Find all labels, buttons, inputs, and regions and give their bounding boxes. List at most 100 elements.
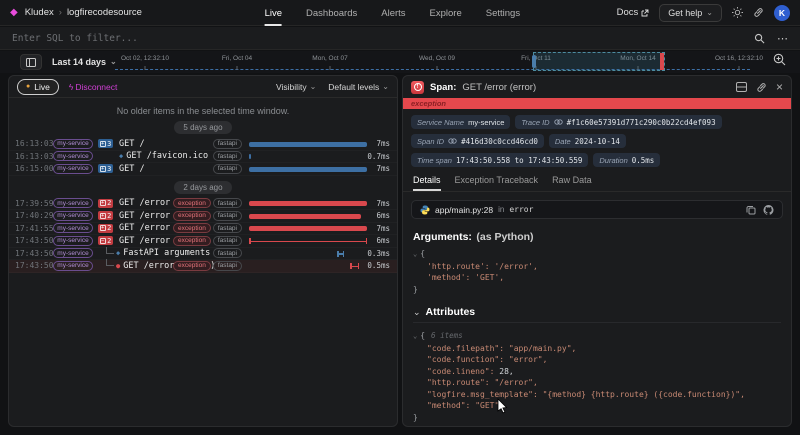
feed-header: ● Live ϟ Disconnect Visibility ⌄ Default…: [9, 76, 397, 98]
default-levels-dropdown[interactable]: Default levels ⌄: [328, 82, 389, 92]
nav-alerts[interactable]: Alerts: [381, 0, 405, 26]
span-title: GET /error: [119, 211, 170, 221]
breadcrumb-project[interactable]: logfirecodesource: [67, 7, 142, 18]
trace-row[interactable]: 17:39:59 my-service +2 GET /error except…: [9, 198, 397, 211]
close-icon[interactable]: ×: [776, 81, 783, 93]
docs-link[interactable]: Docs: [617, 7, 650, 18]
share-link-button[interactable]: [753, 7, 764, 18]
tag-badge: fastapi: [213, 198, 242, 208]
duration-bar-region: [249, 260, 367, 273]
tab-raw-data[interactable]: Raw Data: [552, 175, 592, 191]
trace-row[interactable]: 17:40:29 my-service +2 GET /error except…: [9, 210, 397, 223]
trace-row[interactable]: 16:13:03 my-service ◆ GET /favicon.ico f…: [9, 151, 397, 164]
expand-icon: +: [100, 225, 106, 231]
link-icon: [753, 7, 764, 18]
timeline-selection[interactable]: [533, 52, 665, 71]
live-status-dot-icon: ●: [26, 83, 30, 90]
attributes-heading: Attributes: [426, 306, 476, 318]
timeline-bar: Last 14 days ⌄ Oct 02, 12:32:10 Fri, Oct…: [0, 51, 800, 73]
time-marker-badge: 2 days ago: [174, 181, 231, 194]
expand-count-badge[interactable]: +3: [98, 139, 113, 148]
row-timestamp: 17:43:50: [15, 249, 53, 258]
link-icon[interactable]: [756, 82, 767, 93]
nav-settings[interactable]: Settings: [486, 0, 520, 26]
row-duration: 7ms: [376, 224, 390, 233]
live-toggle-button[interactable]: ● Live: [17, 79, 59, 95]
github-icon[interactable]: [763, 205, 774, 215]
zoom-in-button[interactable]: [773, 53, 786, 66]
row-timestamp: 17:39:59: [15, 199, 53, 208]
span-title: GET /favicon.ico: [126, 151, 208, 161]
disconnect-button[interactable]: ϟ Disconnect: [69, 82, 118, 92]
breadcrumb-org[interactable]: Kludex: [25, 7, 54, 18]
empty-window-message: No older items in the selected time wind…: [9, 106, 397, 116]
attributes-code: ⌄{6 items "code.filepath": "app/main.py"…: [413, 330, 781, 423]
attributes-heading-row[interactable]: ⌄ Attributes: [403, 306, 791, 318]
row-timestamp: 17:43:50: [15, 261, 53, 270]
dock-panel-icon[interactable]: [736, 82, 747, 92]
tag-badge: fastapi: [213, 236, 242, 246]
trace-row[interactable]: 17:41:55 my-service +2 GET /error except…: [9, 223, 397, 236]
live-feed-panel: ● Live ϟ Disconnect Visibility ⌄ Default…: [8, 75, 398, 427]
timeline-ruler[interactable]: Oct 02, 12:32:10 Fri, Oct 04 Mon, Oct 07…: [115, 51, 760, 73]
python-icon: [420, 205, 430, 215]
service-badge: my-service: [53, 223, 93, 233]
tag-badge: exception: [173, 261, 211, 271]
expand-count-badge[interactable]: +2: [98, 211, 113, 220]
expand-icon: +: [100, 213, 106, 219]
duration-span-marker: [249, 238, 367, 244]
selection-left-handle[interactable]: [532, 55, 536, 68]
more-options-button[interactable]: ⋯: [777, 32, 788, 45]
collapse-caret-icon[interactable]: ⌄: [413, 332, 417, 340]
expand-count-badge[interactable]: +3: [98, 164, 113, 173]
service-badge: my-service: [53, 261, 93, 271]
duration-bar: [249, 214, 361, 219]
code-location-row[interactable]: app/main.py:28 in error: [411, 200, 783, 219]
brightness-icon: [732, 7, 743, 18]
theme-toggle-button[interactable]: [732, 7, 743, 18]
search-icon[interactable]: [754, 33, 765, 44]
detail-span-title: GET /error (error): [462, 82, 536, 93]
duration-bar-region: [249, 197, 367, 210]
nav-dashboards[interactable]: Dashboards: [306, 0, 357, 26]
row-timestamp: 17:41:55: [15, 224, 53, 233]
tree-branch-connector: [106, 247, 114, 254]
visibility-dropdown[interactable]: Visibility ⌄: [276, 82, 316, 92]
collapse-count-badge[interactable]: −2: [98, 236, 113, 245]
expand-count-badge[interactable]: +2: [98, 224, 113, 233]
time-marker-badge: 5 days ago: [174, 121, 231, 134]
trace-row[interactable]: 17:43:50 my-service −2 GET /error except…: [9, 235, 397, 248]
trace-row-selected[interactable]: 17:43:50 my-service ● GET /error (error)…: [9, 260, 397, 273]
tick-mark: [330, 66, 331, 70]
nav-explore[interactable]: Explore: [430, 0, 462, 26]
tab-details[interactable]: Details: [413, 175, 441, 191]
panel-toggle-button[interactable]: [20, 54, 42, 70]
row-duration: 7ms: [376, 139, 390, 148]
nav-live[interactable]: Live: [265, 0, 282, 26]
duration-bar: [249, 167, 367, 172]
tag-badge: fastapi: [213, 211, 242, 221]
duration-bar-region: [249, 235, 367, 248]
duration-bar-region: [249, 247, 367, 260]
copy-icon[interactable]: [746, 205, 756, 215]
sql-filter-input[interactable]: Enter SQL to filter...: [12, 33, 754, 44]
tick-mark: [237, 66, 238, 70]
tag-badge: fastapi: [213, 248, 242, 258]
tick-mark: [145, 66, 146, 70]
row-duration: 0.5ms: [367, 261, 390, 270]
trace-row[interactable]: 17:43:50 my-service ◆ FastAPI arguments …: [9, 248, 397, 261]
arguments-heading: Arguments:: [413, 231, 472, 243]
get-help-button[interactable]: Get help ⌄: [659, 4, 722, 22]
tab-exception-traceback[interactable]: Exception Traceback: [455, 175, 539, 191]
collapse-caret-icon[interactable]: ⌄: [413, 250, 417, 258]
expand-count-badge[interactable]: +2: [98, 199, 113, 208]
trace-row[interactable]: 16:13:03 my-service +3 GET / fastapi 7ms: [9, 138, 397, 151]
time-range-dropdown[interactable]: Last 14 days ⌄: [52, 54, 117, 70]
span-id-badge[interactable]: Span ID #416d30c0ccd46cd0: [411, 134, 544, 148]
trace-row[interactable]: 16:15:00 my-service +3 GET / fastapi 7ms: [9, 163, 397, 176]
mouse-cursor: [497, 398, 508, 414]
user-avatar[interactable]: K: [774, 5, 790, 21]
trace-id-badge[interactable]: Trace ID #f1c60e57391d771c290c0b22cd4ef0…: [515, 115, 721, 129]
expand-icon: +: [100, 166, 106, 172]
timeline-tick: Wed, Oct 09: [419, 55, 455, 62]
